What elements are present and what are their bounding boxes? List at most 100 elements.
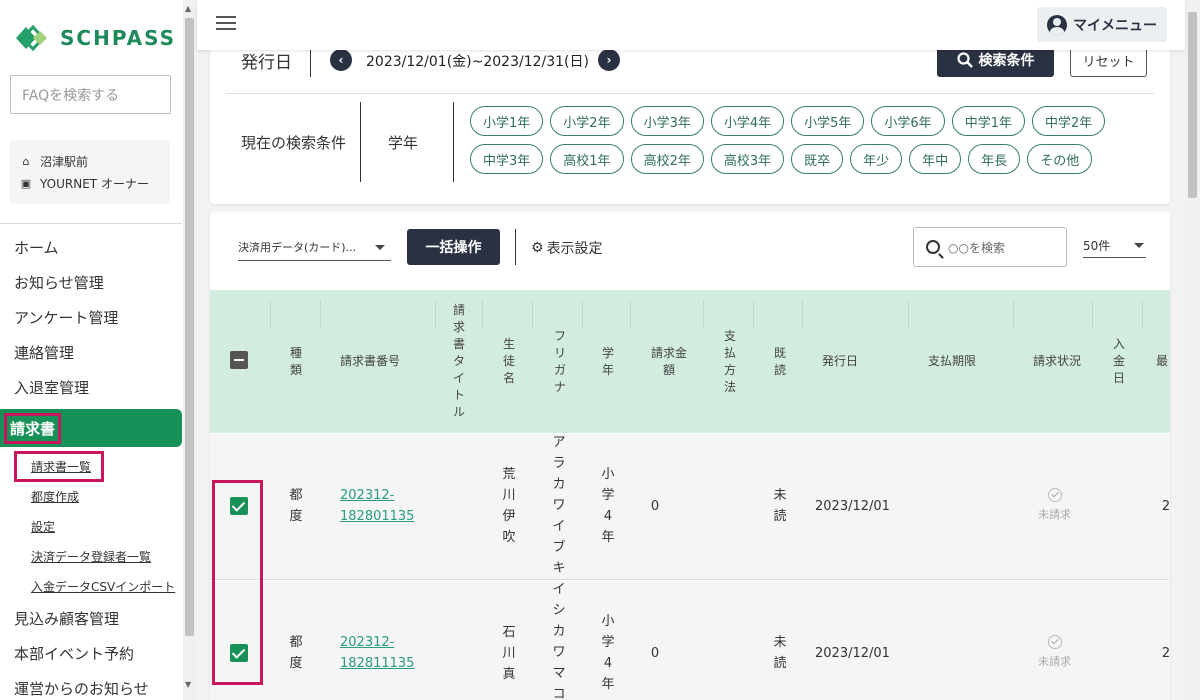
user-name: YOURNET オーナー	[40, 176, 149, 191]
grade-chip[interactable]: 小学1年	[470, 106, 544, 136]
nav-item-contact[interactable]: 連絡管理	[0, 335, 182, 370]
nav-item-events[interactable]: 本部イベント予約	[0, 636, 182, 671]
invoice-link[interactable]: 202312- 182801135	[340, 485, 420, 527]
cell-type: 都度	[289, 635, 303, 671]
bulk-action-button[interactable]: 一括操作	[407, 229, 500, 265]
col-header-student[interactable]: 生徒名	[495, 290, 523, 433]
sidebar-divider	[0, 223, 182, 224]
date-label: 発行日	[241, 53, 292, 73]
cell-read: 未読	[773, 488, 787, 524]
col-header-more[interactable]: 最	[1156, 290, 1170, 433]
sub-item-settings[interactable]: 設定	[0, 511, 182, 541]
next-month-button[interactable]: ›	[598, 49, 620, 71]
select-all-checkbox[interactable]	[230, 351, 248, 369]
page-scrollbar[interactable]	[1185, 0, 1200, 700]
grade-chip[interactable]: 小学2年	[550, 106, 624, 136]
grade-chip[interactable]: 小学4年	[710, 106, 785, 136]
faq-search-input[interactable]: FAQを検索する	[10, 75, 171, 114]
col-header-grade[interactable]: 学年	[594, 290, 622, 433]
display-settings-label: 表示設定	[546, 241, 603, 257]
nav-item-survey[interactable]: アンケート管理	[0, 300, 182, 335]
scroll-up-icon[interactable]: ▲	[185, 4, 191, 13]
filter-card: 発行日 ‹ 2023/12/01(金)~2023/12/31(日) › 検索条件…	[210, 30, 1170, 204]
check-circle-icon	[1047, 635, 1062, 649]
cell-student: 荒川伊吹	[502, 467, 516, 545]
grade-chip[interactable]: 小学6年	[871, 106, 945, 136]
sidebar-scrollbar[interactable]: ▲ ▼	[183, 0, 196, 700]
invoice-link[interactable]: 202312- 182811135	[340, 632, 420, 674]
grade-chip[interactable]: 小学5年	[791, 106, 865, 136]
cell-grade: 小学4年	[601, 614, 615, 692]
col-header-invoice-no[interactable]: 請求書番号	[330, 290, 410, 433]
gear-icon: ⚙	[531, 240, 544, 256]
grade-chip[interactable]: 小学3年	[630, 106, 704, 136]
grade-chip[interactable]: 年中	[909, 144, 962, 174]
grade-chip[interactable]: 高校1年	[550, 144, 624, 174]
nav-item-invoice[interactable]: 請求書	[0, 409, 182, 447]
table-search-placeholder: ○○を検索	[948, 240, 1005, 255]
col-header-type[interactable]: 種類	[282, 290, 310, 433]
grade-chip[interactable]: 中学2年	[1031, 106, 1106, 136]
sidebar-scroll-thumb[interactable]	[185, 18, 194, 636]
per-page-select[interactable]: 50件	[1083, 234, 1146, 258]
cell-student: 石川真	[502, 625, 516, 682]
col-header-due[interactable]: 支払期限	[920, 290, 984, 433]
divider	[453, 102, 454, 182]
col-header-payment-method[interactable]: 支払方法	[716, 290, 744, 433]
prev-month-button[interactable]: ‹	[330, 49, 352, 71]
sub-item-invoice-list[interactable]: 請求書一覧	[0, 450, 182, 482]
grade-chip[interactable]: 年少	[850, 144, 903, 174]
divider	[515, 229, 516, 265]
table-header: 種類 請求書番号 請求書タイトル 生徒名 フリガナ 学年 請求金額 支払方法 既…	[210, 290, 1170, 433]
school-info: ⌂ 沼津駅前 ▣ YOURNET オーナー	[10, 140, 170, 204]
col-header-amount[interactable]: 請求金額	[643, 290, 695, 433]
current-conditions-label: 現在の検索条件	[241, 134, 347, 152]
grade-chip[interactable]: 高校3年	[710, 144, 785, 174]
col-header-status[interactable]: 請求状況	[1024, 290, 1090, 433]
grade-chip[interactable]: 高校2年	[630, 144, 704, 174]
grade-chip[interactable]: その他	[1027, 144, 1093, 174]
search-conditions-label: 検索条件	[978, 53, 1035, 69]
filter-divider	[226, 93, 1154, 94]
divider	[360, 102, 361, 182]
col-header-furigana[interactable]: フリガナ	[546, 290, 574, 433]
cell-type: 都度	[289, 488, 303, 524]
display-settings-button[interactable]: ⚙ 表示設定	[531, 238, 603, 258]
my-menu-button[interactable]: マイメニュー	[1037, 7, 1167, 42]
nav-item-home[interactable]: ホーム	[0, 230, 182, 265]
divider	[310, 47, 311, 77]
cell-amount: 0	[650, 646, 660, 661]
brand-name: SCHPASS	[60, 26, 177, 50]
col-header-read[interactable]: 既読	[766, 290, 794, 433]
col-header-issued[interactable]: 発行日	[808, 290, 872, 433]
logo[interactable]: SCHPASS	[16, 24, 176, 52]
col-header-payment-date[interactable]: 入金日	[1106, 290, 1132, 433]
grade-chip[interactable]: 中学3年	[470, 144, 544, 174]
grade-chip[interactable]: 年長	[968, 144, 1021, 174]
nav-item-prospects[interactable]: 見込み顧客管理	[0, 601, 182, 636]
school-name: 沼津駅前	[40, 154, 89, 169]
payment-data-select-value: 決済用データ(カード)...	[238, 241, 357, 254]
check-circle-icon	[1047, 488, 1062, 502]
sub-item-create[interactable]: 都度作成	[0, 481, 182, 511]
per-page-value: 50件	[1083, 239, 1111, 253]
checkbox-highlight-frame	[212, 480, 263, 685]
table-search-input[interactable]: ○○を検索	[913, 227, 1067, 267]
status-badge: 未請求	[1038, 635, 1071, 669]
page-scroll-thumb[interactable]	[1188, 12, 1197, 198]
sub-item-csv-import[interactable]: 入金データCSVインポート	[0, 571, 182, 601]
search-icon	[926, 240, 940, 254]
cell-furigana: アラカワイブキ	[552, 435, 566, 576]
cell-furigana: イシカワマコ	[552, 582, 566, 700]
nav-item-operator-news[interactable]: 運営からのお知らせ	[0, 671, 182, 700]
sub-item-payment-users[interactable]: 決済データ登録者一覧	[0, 541, 182, 571]
payment-data-select[interactable]: 決済用データ(カード)...	[238, 234, 391, 261]
scroll-down-icon[interactable]: ▼	[185, 680, 191, 689]
hamburger-icon[interactable]	[216, 16, 236, 30]
grade-chip[interactable]: 中学1年	[951, 106, 1025, 136]
cell-issued: 2023/12/01	[815, 646, 890, 661]
nav-item-attendance[interactable]: 入退室管理	[0, 370, 182, 405]
grade-chip[interactable]: 既卒	[791, 144, 844, 174]
nav-item-news[interactable]: お知らせ管理	[0, 265, 182, 300]
col-header-title[interactable]: 請求書タイトル	[446, 290, 472, 433]
